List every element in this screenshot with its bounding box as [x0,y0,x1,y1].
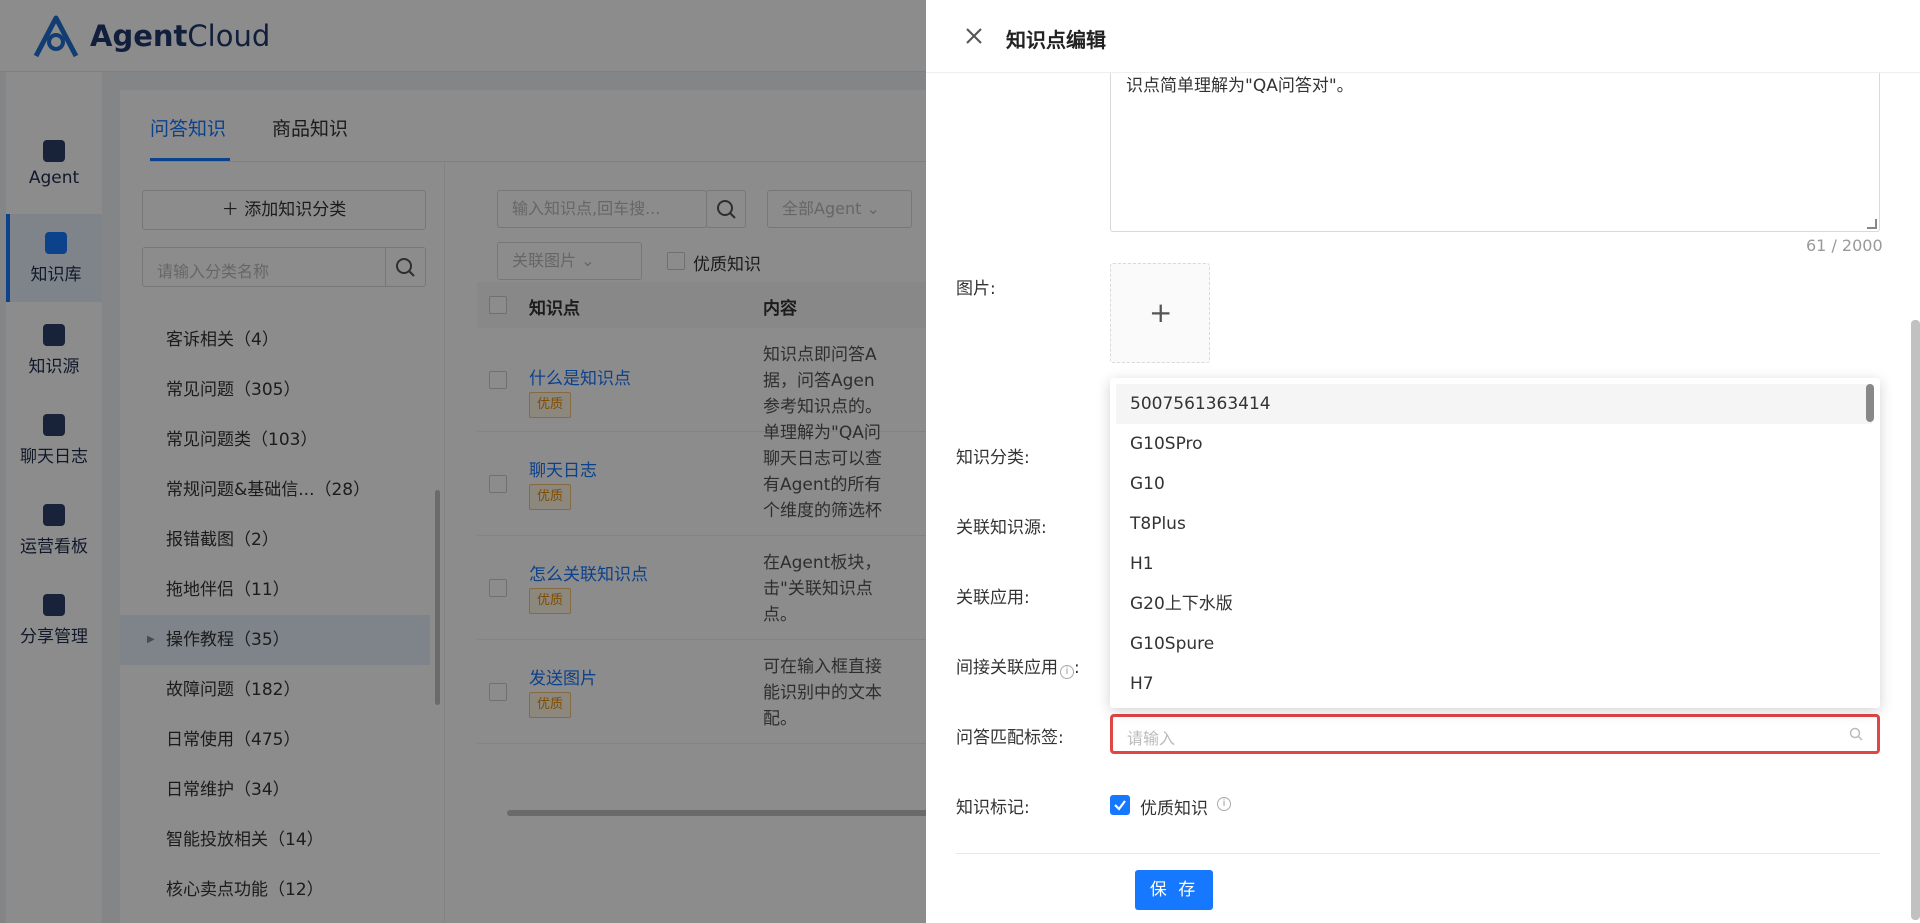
dropdown-option[interactable]: H1 [1110,544,1880,584]
divider [956,853,1880,854]
dropdown-scrollbar[interactable] [1866,384,1874,422]
dropdown-option[interactable]: G10SPro [1110,424,1880,464]
close-icon[interactable] [962,24,986,48]
knowledge-source-label: 关联知识源: [956,518,1047,538]
linked-app-label: 关联应用: [956,588,1030,608]
content-textarea[interactable]: 识点简单理解为"QA问答对"。 [1110,50,1880,232]
match-tags-placeholder: 请输入 [1127,729,1176,748]
dropdown-option[interactable]: 5007561363414 [1116,384,1872,424]
drawer-scrollbar[interactable] [1911,320,1920,920]
save-button[interactable]: 保 存 [1135,870,1213,910]
content-text: 识点简单理解为"QA问答对"。 [1126,76,1354,96]
resize-handle-icon[interactable] [1867,219,1877,229]
category-label: 知识分类: [956,448,1030,468]
edit-drawer: 知识点编辑 识点简单理解为"QA问答对"。 61 / 2000 图片: + 知识… [926,0,1920,923]
checkmark-icon [1114,800,1126,811]
dropdown-option[interactable]: H7 [1110,664,1880,704]
quality-knowledge-checkbox[interactable] [1110,795,1130,815]
match-tags-input[interactable]: 请输入 [1110,714,1880,754]
dropdown-option[interactable]: T8Plus [1110,504,1880,544]
info-icon[interactable]: i [1217,797,1231,811]
search-icon [1849,727,1863,741]
image-label: 图片: [956,279,996,299]
indirect-app-label: 间接关联应用 i: [956,658,1080,679]
drawer-title: 知识点编辑 [1006,28,1106,52]
dropdown-option[interactable]: G10 [1110,464,1880,504]
dropdown-option[interactable]: G10Spure [1110,624,1880,664]
match-tags-label: 问答匹配标签: [956,728,1064,748]
drawer-header: 知识点编辑 [926,0,1920,73]
plus-icon: + [1149,296,1173,329]
dropdown-option[interactable]: G20上下水版 [1110,584,1880,624]
quality-knowledge-label: 优质知识 [1140,799,1208,819]
knowledge-mark-label: 知识标记: [956,798,1030,818]
char-counter: 61 / 2000 [1806,236,1883,255]
info-icon[interactable]: i [1060,665,1074,679]
image-upload-button[interactable]: + [1110,263,1210,363]
tag-options-dropdown: 5007561363414 G10SPro G10 T8Plus H1 G20上… [1110,378,1880,708]
